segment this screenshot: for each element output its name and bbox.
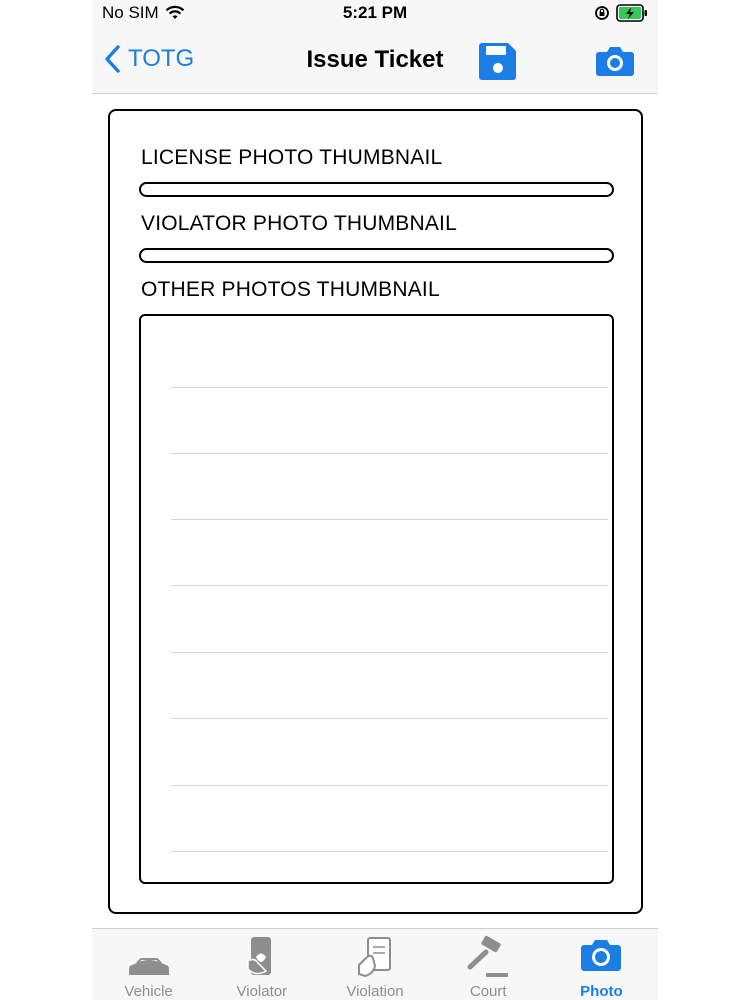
tab-violation-label: Violation (346, 983, 404, 1000)
battery-charging-icon (616, 4, 647, 22)
camera-button[interactable] (595, 44, 635, 78)
list-separator (171, 585, 608, 586)
status-bar: No SIM 5:21 PM (92, 0, 658, 28)
tab-bar: Vehicle Violator Violation Court Photo (92, 928, 658, 1000)
tab-violation[interactable]: Violation (318, 929, 431, 1000)
violator-photo-label: VIOLATOR PHOTO THUMBNAIL (141, 212, 457, 235)
tab-violator[interactable]: Violator (205, 929, 318, 1000)
list-separator (171, 718, 608, 719)
other-photos-label: OTHER PHOTOS THUMBNAIL (141, 278, 440, 301)
list-separator (171, 519, 608, 520)
violation-icon (358, 937, 391, 978)
license-photo-label: LICENSE PHOTO THUMBNAIL (141, 146, 443, 169)
save-button[interactable] (477, 40, 519, 82)
tab-photo[interactable]: Photo (545, 929, 658, 1000)
other-photos-list[interactable] (139, 314, 614, 884)
car-icon (128, 958, 169, 975)
license-photo-thumbnail[interactable] (139, 182, 614, 197)
list-separator (171, 652, 608, 653)
tab-vehicle-label: Vehicle (124, 983, 173, 1000)
tab-court[interactable]: Court (432, 929, 545, 1000)
list-separator (171, 387, 608, 388)
status-time: 5:21 PM (342, 3, 408, 22)
gavel-icon (467, 935, 509, 977)
violator-photo-thumbnail[interactable] (139, 248, 614, 263)
orientation-lock-icon (595, 6, 609, 20)
violator-icon (247, 937, 271, 975)
navigation-bar: TOTG Issue Ticket (92, 28, 658, 94)
list-separator (171, 453, 608, 454)
save-icon (479, 43, 516, 80)
list-separator (171, 851, 608, 852)
camera-icon (581, 940, 622, 971)
tab-violator-label: Violator (236, 983, 288, 1000)
tab-court-label: Court (469, 983, 507, 1000)
tab-photo-label: Photo (580, 983, 623, 1000)
app-screen: No SIM 5:21 PM TOTG Issue Ticket LICENSE… (92, 0, 658, 1000)
list-separator (171, 785, 608, 786)
camera-icon (596, 47, 634, 76)
page-title: Issue Ticket (306, 46, 444, 73)
photo-card: LICENSE PHOTO THUMBNAIL VIOLATOR PHOTO T… (108, 109, 643, 914)
tab-vehicle[interactable]: Vehicle (92, 929, 205, 1000)
status-right (594, 4, 648, 22)
